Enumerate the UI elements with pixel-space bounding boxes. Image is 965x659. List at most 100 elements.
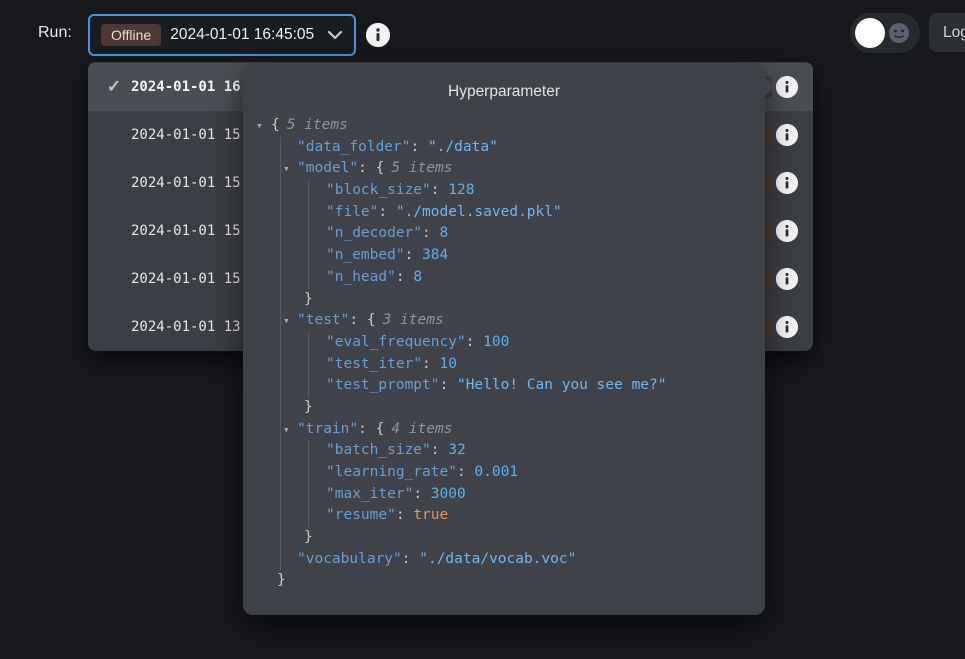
json-line: "test_iter": 10 bbox=[326, 354, 757, 376]
collapse-icon[interactable]: ▾ bbox=[283, 419, 290, 441]
chevron-down-icon bbox=[327, 30, 343, 40]
json-key: "n_decoder" bbox=[326, 225, 422, 241]
json-line: "vocabulary": "./data/vocab.voc" bbox=[297, 549, 757, 571]
collapse-icon[interactable]: ▾ bbox=[283, 158, 290, 180]
json-line: "data_folder": "./data" bbox=[297, 137, 757, 159]
json-colon: : bbox=[431, 182, 448, 198]
json-line: "eval_frequency": 100 bbox=[326, 332, 757, 354]
smiley-icon bbox=[888, 22, 910, 49]
json-key: "data_folder" bbox=[297, 139, 411, 155]
json-number-value: 384 bbox=[422, 247, 448, 263]
json-colon: : bbox=[413, 486, 430, 502]
json-string-value: "Hello! Can you see me?" bbox=[457, 377, 667, 393]
json-brace: } bbox=[304, 399, 313, 415]
json-key: "vocabulary" bbox=[297, 551, 402, 567]
json-key: "resume" bbox=[326, 507, 396, 523]
item-label: 2024-01-01 15 bbox=[131, 159, 241, 207]
json-colon: : bbox=[402, 551, 419, 567]
json-key: "eval_frequency" bbox=[326, 334, 466, 350]
json-number-value: 8 bbox=[413, 269, 422, 285]
json-children: "data_folder": "./data"▾"model": {5 item… bbox=[280, 137, 757, 571]
json-colon: : bbox=[457, 464, 474, 480]
item-info-icon[interactable] bbox=[776, 316, 798, 338]
tooltip-title: Hyperparameter bbox=[243, 83, 765, 101]
hyperparameter-tooltip: Hyperparameter ▾{5 items"data_folder": "… bbox=[243, 63, 765, 615]
run-selector-value: 2024-01-01 16:45:05 bbox=[170, 26, 314, 44]
json-number-value: 10 bbox=[440, 356, 457, 372]
json-colon: : bbox=[411, 139, 428, 155]
json-item-count: 5 items bbox=[280, 117, 348, 133]
info-icon[interactable] bbox=[366, 23, 390, 47]
json-number-value: 100 bbox=[483, 334, 509, 350]
item-info-icon[interactable] bbox=[776, 76, 798, 98]
collapse-icon[interactable]: ▾ bbox=[256, 115, 271, 137]
toggle-switch[interactable] bbox=[850, 13, 920, 53]
json-key: "learning_rate" bbox=[326, 464, 457, 480]
json-line: "n_decoder": 8 bbox=[326, 223, 757, 245]
json-line: } bbox=[304, 397, 757, 419]
json-line: ▾{5 items bbox=[256, 115, 757, 137]
item-info-icon[interactable] bbox=[776, 172, 798, 194]
json-key: "test_iter" bbox=[326, 356, 422, 372]
json-key: "file" bbox=[326, 204, 378, 220]
json-colon: : bbox=[422, 356, 439, 372]
json-key: "train" bbox=[297, 421, 358, 437]
json-line: "batch_size": 32 bbox=[326, 440, 757, 462]
json-item-count: 4 items bbox=[384, 421, 452, 437]
item-info-icon[interactable] bbox=[776, 124, 798, 146]
json-string-value: "./data/vocab.voc" bbox=[419, 551, 576, 567]
json-brace: { bbox=[376, 421, 385, 437]
json-colon: : bbox=[358, 160, 375, 176]
json-colon: : bbox=[349, 312, 366, 328]
item-label: 2024-01-01 15 bbox=[131, 207, 241, 255]
json-key: "batch_size" bbox=[326, 442, 431, 458]
toggle-knob bbox=[855, 18, 885, 48]
json-key: "max_iter" bbox=[326, 486, 413, 502]
json-colon: : bbox=[422, 225, 439, 241]
json-line: } bbox=[277, 570, 757, 592]
collapse-icon[interactable]: ▾ bbox=[283, 310, 290, 332]
json-children: "block_size": 128"file": "./model.saved.… bbox=[308, 180, 757, 288]
json-colon: : bbox=[396, 507, 413, 523]
item-info-icon[interactable] bbox=[776, 268, 798, 290]
tooltip-arrow bbox=[764, 77, 774, 97]
json-line: "resume": true bbox=[326, 505, 757, 527]
json-colon: : bbox=[431, 442, 448, 458]
run-label: Run: bbox=[38, 24, 72, 42]
json-line: "block_size": 128 bbox=[326, 180, 757, 202]
log-button[interactable]: Log bbox=[929, 13, 965, 52]
json-brace: } bbox=[277, 572, 286, 588]
json-key: "n_embed" bbox=[326, 247, 405, 263]
run-selector[interactable]: Offline 2024-01-01 16:45:05 bbox=[88, 14, 356, 56]
json-string-value: "./data" bbox=[428, 139, 498, 155]
json-colon: : bbox=[378, 204, 395, 220]
json-item-count: 3 items bbox=[376, 312, 444, 328]
json-item-count: 5 items bbox=[384, 160, 452, 176]
json-number-value: 32 bbox=[448, 442, 465, 458]
json-viewer: ▾{5 items"data_folder": "./data"▾"model"… bbox=[256, 115, 757, 607]
json-line: "n_head": 8 bbox=[326, 267, 757, 289]
json-line: ▾"model": {5 items bbox=[297, 158, 757, 180]
json-children: "batch_size": 32 "learning_rate": 0.001 "m… bbox=[308, 440, 757, 527]
json-key: "block_size" bbox=[326, 182, 431, 198]
json-colon: : bbox=[358, 421, 375, 437]
json-children: "eval_frequency": 100"test_iter": 10"tes… bbox=[308, 332, 757, 397]
json-colon: : bbox=[466, 334, 483, 350]
json-number-value: 128 bbox=[448, 182, 474, 198]
json-line: "test_prompt": "Hello! Can you see me?" bbox=[326, 375, 757, 397]
json-number-value: 0.001 bbox=[474, 464, 518, 480]
json-line: "n_embed": 384 bbox=[326, 245, 757, 267]
json-number-value: 8 bbox=[440, 225, 449, 241]
json-brace: } bbox=[304, 291, 313, 307]
json-brace: } bbox=[304, 529, 313, 545]
check-icon: ✓ bbox=[102, 63, 126, 111]
item-label: 2024-01-01 15 bbox=[131, 111, 241, 159]
item-info-icon[interactable] bbox=[776, 220, 798, 242]
json-line: ▾"train": {4 items bbox=[297, 419, 757, 441]
json-line: "file": "./model.saved.pkl" bbox=[326, 202, 757, 224]
json-line: ▾"test": {3 items bbox=[297, 310, 757, 332]
json-colon: : bbox=[396, 269, 413, 285]
json-number-value: 3000 bbox=[431, 486, 466, 502]
json-line: } bbox=[304, 527, 757, 549]
json-key: "test" bbox=[297, 312, 349, 328]
